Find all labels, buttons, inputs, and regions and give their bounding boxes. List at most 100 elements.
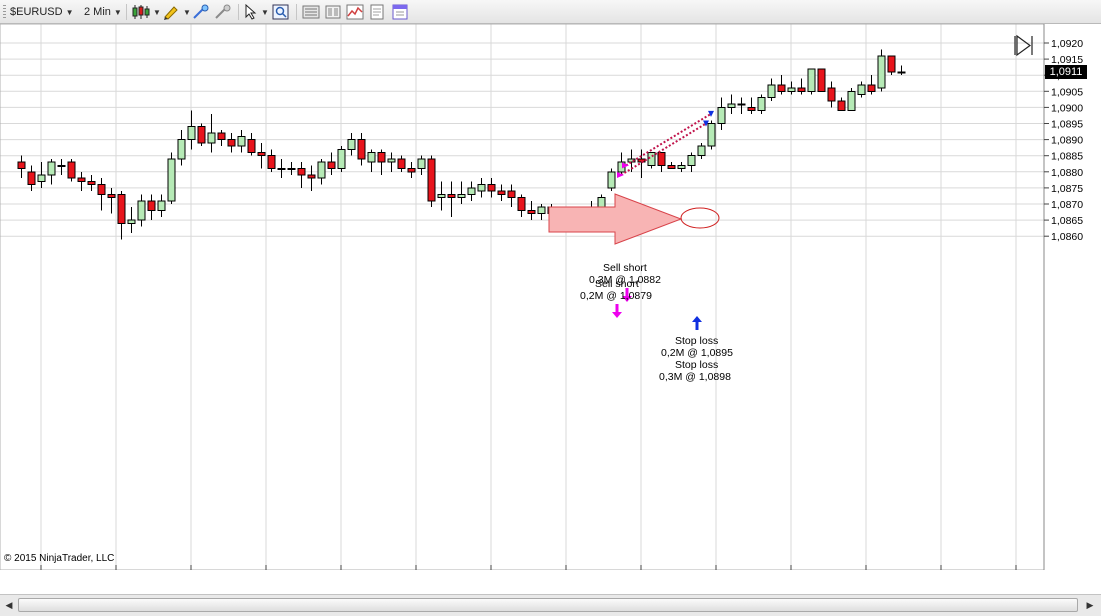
candle[interactable] (197, 123, 206, 147)
candle[interactable] (87, 175, 96, 192)
candle[interactable] (357, 133, 366, 166)
candle[interactable] (67, 158, 76, 182)
horizontal-scrollbar[interactable]: ◀ ▶ (0, 594, 1101, 616)
candle[interactable] (107, 187, 116, 214)
candle[interactable] (777, 75, 786, 95)
candle[interactable] (287, 162, 296, 176)
templates-button[interactable] (324, 3, 342, 21)
time-axis[interactable]: 08:4509:0009:1509:3009:4510:0010:1510:30… (28, 565, 1029, 570)
candle[interactable] (127, 207, 136, 233)
candle[interactable] (487, 178, 496, 198)
candle[interactable] (817, 68, 826, 92)
indicators-button[interactable] (346, 3, 364, 21)
candle[interactable] (717, 97, 726, 130)
strategies-button[interactable] (369, 3, 385, 21)
candle[interactable] (857, 81, 866, 98)
candle[interactable] (787, 81, 796, 95)
candle[interactable] (27, 165, 36, 192)
candle[interactable] (647, 151, 656, 169)
candle[interactable] (607, 168, 616, 192)
candle[interactable] (277, 158, 286, 179)
candle[interactable] (347, 133, 356, 156)
price-chart[interactable]: 1,09201,09151,09101,09051,09001,08951,08… (0, 24, 1101, 570)
candle[interactable] (437, 181, 446, 211)
stop-loss-arrow[interactable] (692, 316, 702, 330)
zoom-out-button[interactable] (214, 3, 232, 21)
candle[interactable] (837, 97, 846, 112)
candle[interactable] (17, 155, 26, 179)
candle[interactable] (47, 158, 56, 185)
candle[interactable] (217, 129, 226, 147)
candle[interactable] (517, 194, 526, 217)
candle[interactable] (707, 120, 716, 150)
cursor-mode-button[interactable]: ▼ (244, 3, 269, 21)
candle[interactable] (657, 151, 666, 172)
toolbar-grip[interactable] (3, 5, 6, 19)
candle[interactable] (877, 49, 886, 92)
sell-short-arrow[interactable] (612, 304, 622, 318)
candle[interactable] (407, 162, 416, 179)
candle[interactable] (307, 165, 316, 192)
candle[interactable] (427, 155, 436, 208)
candle[interactable] (687, 152, 696, 172)
candle[interactable] (697, 142, 706, 159)
scroll-right-button[interactable]: ▶ (1082, 597, 1098, 613)
candle[interactable] (207, 113, 216, 153)
candle[interactable] (57, 158, 66, 176)
properties-button[interactable] (302, 3, 320, 21)
candle[interactable] (37, 162, 46, 188)
candle[interactable] (177, 129, 186, 166)
candle[interactable] (467, 181, 476, 201)
candle[interactable] (867, 75, 876, 95)
interval-selector[interactable]: 2 Min ▼ (84, 3, 122, 21)
scroll-thumb[interactable] (18, 598, 1078, 612)
candle[interactable] (397, 155, 406, 172)
candle[interactable] (267, 149, 276, 172)
candle[interactable] (747, 97, 756, 114)
candle[interactable] (227, 133, 236, 153)
candle[interactable] (887, 55, 896, 76)
chart-style-button[interactable]: ▼ (132, 3, 161, 21)
candle[interactable] (377, 149, 386, 176)
candle[interactable] (167, 152, 176, 204)
chart-trader-button[interactable] (392, 3, 408, 21)
instrument-selector[interactable]: $EURUSD ▼ (10, 3, 74, 21)
candle[interactable] (147, 194, 156, 221)
candle[interactable] (257, 142, 266, 169)
candle[interactable] (477, 178, 486, 198)
candle[interactable] (317, 158, 326, 185)
candle[interactable] (767, 78, 776, 101)
chart-panel[interactable]: 1,09201,09151,09101,09051,09001,08951,08… (0, 24, 1101, 616)
candle[interactable] (497, 184, 506, 201)
candle[interactable] (737, 97, 746, 114)
candle[interactable] (797, 78, 806, 95)
drawing-tools-button[interactable]: ▼ (162, 3, 191, 21)
candle[interactable] (457, 181, 466, 204)
candle[interactable] (447, 181, 456, 217)
candle[interactable] (827, 81, 836, 108)
data-box-button[interactable] (272, 3, 290, 21)
candle[interactable] (157, 194, 166, 217)
candle[interactable] (847, 88, 856, 112)
zoom-in-button[interactable] (192, 3, 210, 21)
candle[interactable] (247, 133, 256, 156)
candle[interactable] (537, 204, 546, 221)
candle[interactable] (677, 162, 686, 172)
candle[interactable] (727, 94, 736, 114)
candle[interactable] (97, 178, 106, 211)
scroll-to-end-button[interactable] (1011, 34, 1037, 57)
candle[interactable] (897, 65, 906, 76)
candle[interactable] (667, 162, 676, 170)
candle[interactable] (297, 162, 306, 188)
candle[interactable] (807, 68, 816, 95)
candle[interactable] (117, 191, 126, 240)
candles[interactable] (17, 49, 906, 240)
annotation-ellipse[interactable] (680, 207, 720, 229)
candle[interactable] (137, 194, 146, 227)
candle[interactable] (367, 149, 376, 172)
candle[interactable] (237, 129, 246, 153)
candle[interactable] (337, 146, 346, 172)
scroll-left-button[interactable]: ◀ (1, 597, 17, 613)
candle[interactable] (187, 110, 196, 150)
candle[interactable] (757, 94, 766, 114)
